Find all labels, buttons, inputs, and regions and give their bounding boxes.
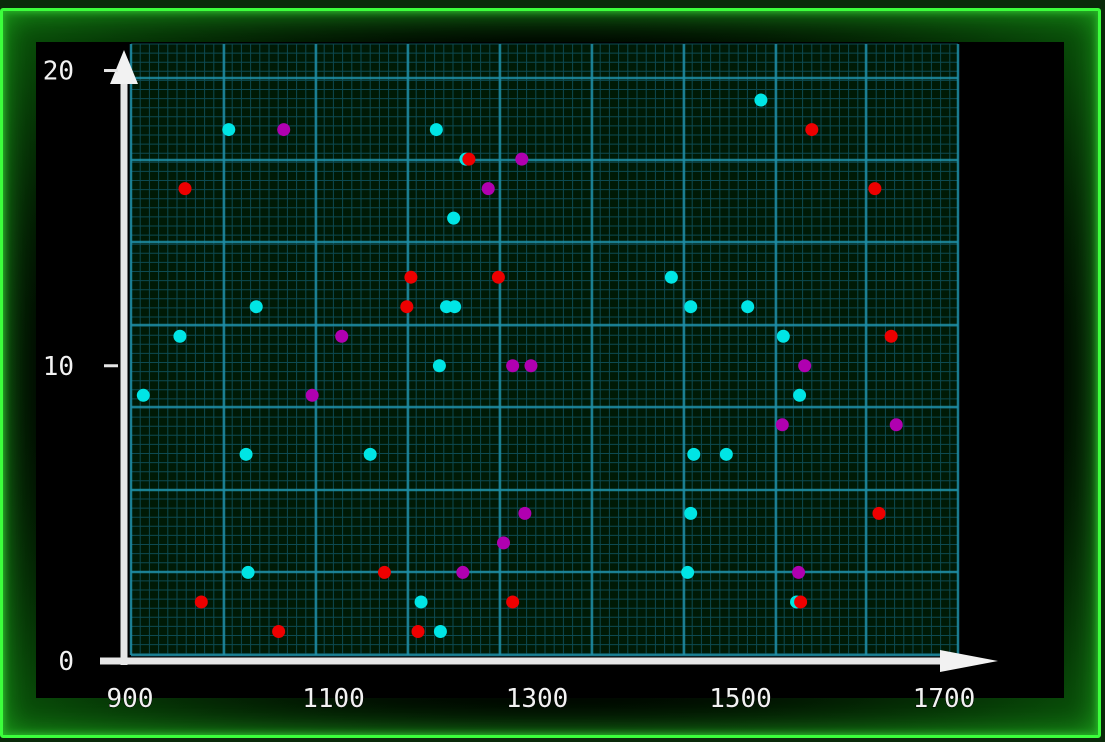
data-point-series-2	[377, 565, 391, 579]
data-point-series-1	[432, 359, 446, 373]
data-point-series-3	[792, 565, 806, 579]
data-point-series-1	[754, 93, 768, 107]
x-tick-label: 1700	[913, 684, 976, 714]
data-point-series-3	[456, 565, 470, 579]
data-point-series-2	[794, 595, 808, 609]
data-point-series-2	[411, 624, 425, 638]
data-point-series-3	[481, 182, 495, 196]
data-point-series-1	[681, 565, 695, 579]
data-point-series-1	[136, 388, 150, 402]
data-point-series-1	[447, 211, 461, 225]
data-point-series-1	[239, 447, 253, 461]
data-point-series-1	[433, 624, 447, 638]
data-point-series-3	[775, 418, 789, 432]
data-point-series-2	[884, 329, 898, 343]
data-point-series-1	[684, 506, 698, 520]
x-tick-label: 1500	[709, 684, 772, 714]
data-point-series-1	[222, 123, 236, 137]
y-tick-label: 20	[43, 57, 74, 87]
data-point-series-3	[515, 152, 529, 166]
data-point-series-2	[506, 595, 520, 609]
data-point-series-2	[404, 270, 418, 284]
y-tick-label: 10	[43, 352, 74, 382]
data-point-series-3	[277, 123, 291, 137]
data-point-series-1	[363, 447, 377, 461]
data-point-series-1	[741, 300, 755, 314]
data-point-series-1	[684, 300, 698, 314]
data-point-series-2	[462, 152, 476, 166]
data-point-series-2	[272, 624, 286, 638]
data-point-series-2	[178, 182, 192, 196]
data-point-series-1	[429, 123, 443, 137]
data-point-series-1	[719, 447, 733, 461]
scatter-chart: 900 1100 1300 1500 1700 0 10 20	[42, 43, 998, 715]
data-point-series-1	[249, 300, 263, 314]
data-point-series-2	[194, 595, 208, 609]
data-point-series-1	[414, 595, 428, 609]
data-point-series-2	[400, 300, 414, 314]
data-point-series-2	[868, 182, 882, 196]
data-point-series-1	[241, 565, 255, 579]
data-point-series-1	[687, 447, 701, 461]
grid	[129, 43, 960, 657]
data-point-series-3	[335, 329, 349, 343]
data-point-series-2	[491, 270, 505, 284]
data-point-series-1	[776, 329, 790, 343]
data-point-series-3	[305, 388, 319, 402]
data-point-series-2	[872, 506, 886, 520]
data-point-series-1	[793, 388, 807, 402]
x-tick-label: 1300	[506, 684, 569, 714]
data-point-series-3	[798, 359, 812, 373]
x-tick-label: 1100	[302, 684, 365, 714]
data-point-series-3	[506, 359, 520, 373]
data-point-series-3	[889, 418, 903, 432]
data-point-series-3	[496, 536, 510, 550]
y-tick-label: 0	[58, 647, 74, 677]
data-point-series-3	[518, 506, 532, 520]
data-point-series-2	[805, 123, 819, 137]
data-point-series-3	[524, 359, 538, 373]
data-point-series-1	[664, 270, 678, 284]
x-axis-arrow	[940, 650, 998, 672]
x-tick-label: 900	[107, 684, 154, 714]
data-point-series-1	[173, 329, 187, 343]
data-point-series-1	[448, 300, 462, 314]
